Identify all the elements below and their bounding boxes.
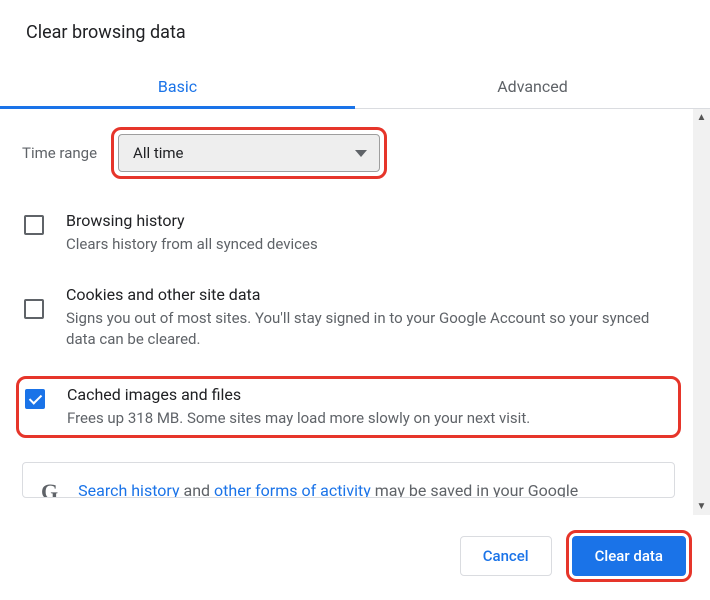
options-list: Browsing history Clears history from all… [22,207,675,438]
checkbox-cached[interactable] [25,389,45,409]
time-range-row: Time range All time [22,127,675,179]
tab-advanced[interactable]: Advanced [355,63,710,108]
google-activity-notice: G Search history and other forms of acti… [22,462,675,498]
time-range-value: All time [133,144,183,162]
scroll-up-arrow-icon[interactable]: ▲ [693,109,710,126]
cancel-button[interactable]: Cancel [460,536,552,576]
highlight-time-range: All time [111,127,387,179]
dialog-footer: Cancel Clear data [0,515,710,600]
content: Time range All time Browsing history Cle… [0,109,693,515]
notice-text: Search history and other forms of activi… [78,479,578,498]
option-browsing-history: Browsing history Clears history from all… [22,207,675,259]
tab-basic[interactable]: Basic [0,63,355,108]
option-title: Browsing history [66,211,318,230]
option-title: Cached images and files [67,385,530,404]
tabs: Basic Advanced [0,63,710,109]
highlight-clear-button: Clear data [566,530,692,582]
option-text: Browsing history Clears history from all… [66,211,318,255]
option-desc: Signs you out of most sites. You'll stay… [66,308,673,350]
scroll-area: Time range All time Browsing history Cle… [0,109,710,515]
time-range-label: Time range [22,144,97,162]
option-cached-highlight: Cached images and files Frees up 318 MB.… [16,376,681,438]
checkbox-cookies[interactable] [24,299,44,319]
option-desc: Clears history from all synced devices [66,234,318,255]
clear-data-button[interactable]: Clear data [572,536,686,576]
option-cookies: Cookies and other site data Signs you ou… [22,281,675,354]
vertical-scrollbar[interactable]: ▲ ▼ [693,109,710,515]
google-g-icon: G [41,479,58,498]
link-search-history[interactable]: Search history [78,481,179,498]
option-text: Cached images and files Frees up 318 MB.… [67,385,530,429]
checkbox-browsing-history[interactable] [24,215,44,235]
option-title: Cookies and other site data [66,285,673,304]
option-desc: Frees up 318 MB. Some sites may load mor… [67,408,530,429]
chevron-down-icon [355,150,367,157]
link-other-activity[interactable]: other forms of activity [214,481,371,498]
time-range-dropdown[interactable]: All time [118,134,380,172]
option-text: Cookies and other site data Signs you ou… [66,285,673,350]
clear-browsing-data-dialog: Clear browsing data Basic Advanced Time … [0,0,710,600]
scroll-down-arrow-icon[interactable]: ▼ [693,498,710,515]
dialog-title: Clear browsing data [0,0,710,53]
